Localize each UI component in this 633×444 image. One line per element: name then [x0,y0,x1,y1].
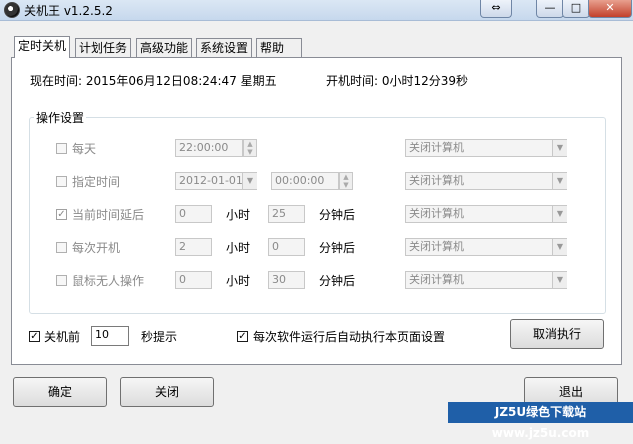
mouse-idle-hours-input[interactable]: 0 [175,271,212,289]
mouse-idle-minute-unit: 分钟后 [319,274,356,288]
auto-run-label: 每次软件运行后自动执行本页面设置 [253,330,446,344]
every-boot-action-select[interactable]: 关闭计算机 [405,238,567,256]
mouse-idle-checkbox[interactable] [56,275,67,286]
delay-minutes-input[interactable]: 25 [268,205,305,223]
specific-time-action-value: 关闭计算机 [409,174,464,187]
delay-label: 当前时间延后 [72,208,145,222]
resize-icon[interactable]: ⇔ [480,0,512,18]
specific-time-label: 指定时间 [72,175,121,189]
ok-button[interactable]: 确定 [13,377,107,407]
shutdown-before-label: 关机前 [44,330,81,344]
chevron-down-icon[interactable]: ▼ [552,173,567,189]
delay-hours-input[interactable]: 0 [175,205,212,223]
current-time: 现在时间: 2015年06月12日08:24:47 星期五 [30,74,277,88]
tab-timed-shutdown[interactable]: 定时关机 [14,36,71,58]
daily-label: 每天 [72,142,97,156]
seconds-prompt-label: 秒提示 [141,330,178,344]
mouse-idle-action-select[interactable]: 关闭计算机 [405,271,567,289]
mouse-idle-action-value: 关闭计算机 [409,273,464,286]
specific-time-input[interactable]: 00:00:00 [271,172,339,190]
chevron-down-icon[interactable]: ▼ [552,140,567,156]
tab-advanced[interactable]: 高级功能 [136,38,193,57]
chevron-down-icon[interactable]: ▼ [552,206,567,222]
daily-checkbox[interactable] [56,143,67,154]
chevron-down-icon[interactable]: ▼ [552,239,567,255]
specific-date-value: 2012-01-01 [179,174,243,187]
delay-hour-unit: 小时 [226,208,251,222]
every-boot-hour-unit: 小时 [226,241,251,255]
every-boot-minute-unit: 分钟后 [319,241,356,255]
tab-help[interactable]: 帮助 [256,38,302,57]
mouse-idle-label: 鼠标无人操作 [72,274,145,288]
every-boot-checkbox[interactable] [56,242,67,253]
app-icon [4,2,20,18]
tab-system-settings[interactable]: 系统设置 [196,38,253,57]
daily-time-spinner[interactable]: ▲ ▼ [243,139,257,157]
every-boot-action-value: 关闭计算机 [409,240,464,253]
auto-run-checkbox[interactable]: ✓ [237,331,248,342]
operation-group-title: 操作设置 [34,109,87,126]
chevron-down-icon[interactable]: ▼ [552,272,567,288]
window-title: 关机王 v1.2.5.2 [24,4,113,18]
close-button[interactable]: 关闭 [120,377,214,407]
watermark-banner: JZ5U绿色下载站www.jz5u.com [448,402,633,440]
mouse-idle-hour-unit: 小时 [226,274,251,288]
cancel-execution-button[interactable]: 取消执行 [510,319,604,349]
maximize-button[interactable]: □ [562,0,590,18]
daily-action-select[interactable]: 关闭计算机 [405,139,567,157]
delay-checkbox[interactable]: ✓ [56,209,67,220]
specific-time-spinner[interactable]: ▲ ▼ [339,172,353,190]
delay-minute-unit: 分钟后 [319,208,356,222]
daily-action-value: 关闭计算机 [409,141,464,154]
every-boot-minutes-input[interactable]: 0 [268,238,305,256]
delay-action-select[interactable]: 关闭计算机 [405,205,567,223]
chevron-down-icon[interactable]: ▼ [242,173,257,189]
specific-time-action-select[interactable]: 关闭计算机 [405,172,567,190]
minimize-button[interactable]: — [536,0,564,18]
delay-action-value: 关闭计算机 [409,207,464,220]
uptime: 开机时间: 0小时12分39秒 [326,74,469,88]
close-window-button[interactable]: ✕ [588,0,632,18]
daily-time-input[interactable]: 22:00:00 [175,139,243,157]
specific-time-checkbox[interactable] [56,176,67,187]
shutdown-before-seconds-input[interactable]: 10 [91,326,129,346]
shutdown-before-checkbox[interactable]: ✓ [29,331,40,342]
every-boot-hours-input[interactable]: 2 [175,238,212,256]
tab-schedule[interactable]: 计划任务 [75,38,132,57]
mouse-idle-minutes-input[interactable]: 30 [268,271,305,289]
every-boot-label: 每次开机 [72,241,121,255]
